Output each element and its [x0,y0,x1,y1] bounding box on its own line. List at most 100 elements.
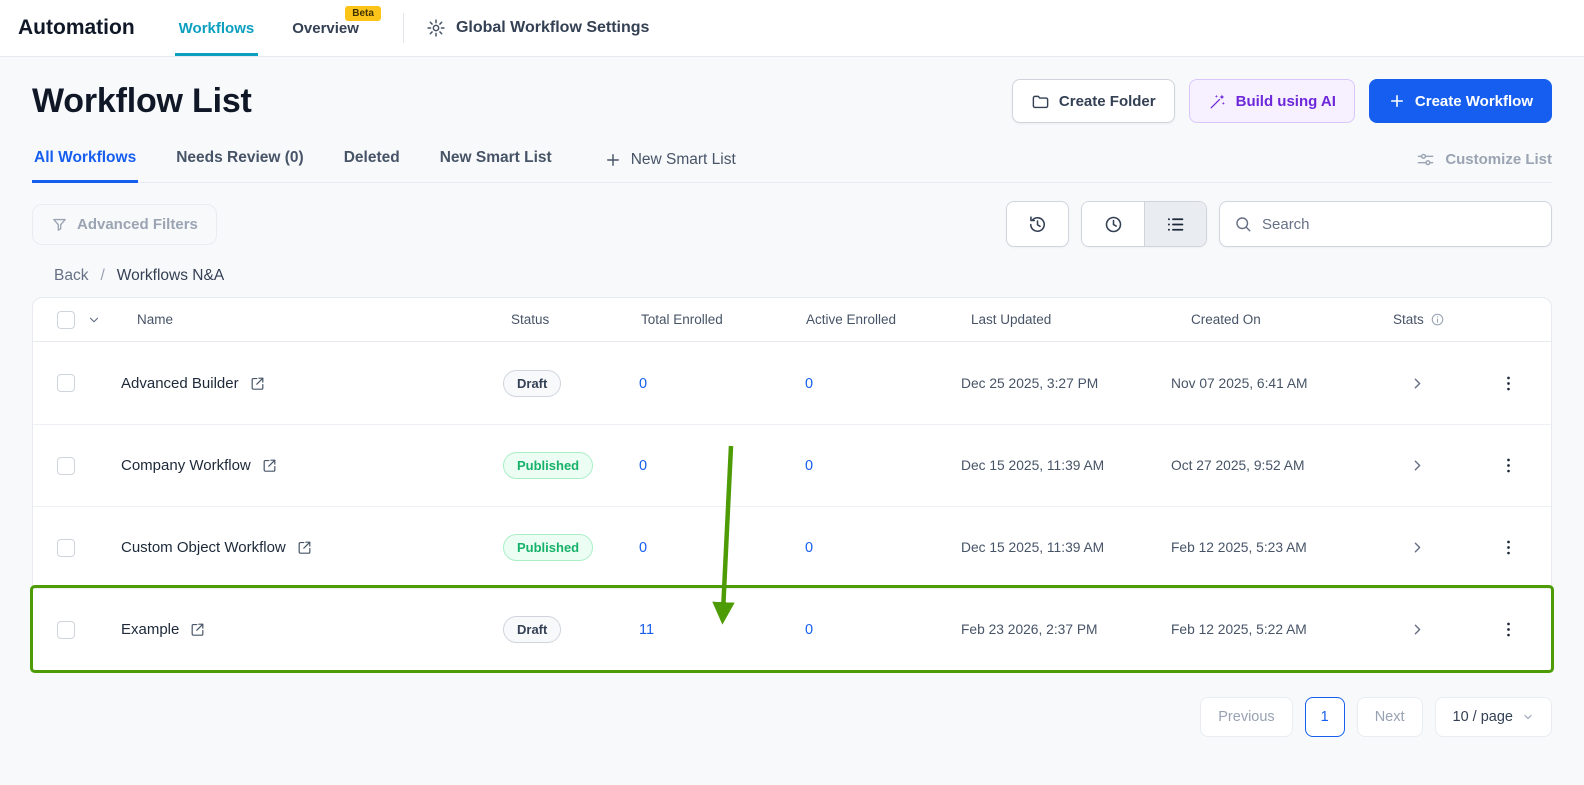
clock-icon [1103,214,1124,235]
create-folder-label: Create Folder [1058,92,1156,110]
column-header-name: Name [137,312,174,327]
recent-view-button[interactable] [1082,202,1144,246]
filter-funnel-icon [51,216,68,233]
tab-overview[interactable]: Overview Beta [288,0,381,56]
search-icon [1234,215,1252,233]
column-header-stats: Stats [1393,312,1424,327]
tab-all-workflows[interactable]: All Workflows [32,149,139,183]
beta-badge: Beta [345,6,381,21]
page-size-value: 10 / page [1452,709,1513,725]
row-checkbox[interactable] [57,374,75,392]
last-updated-value: Dec 15 2025, 11:39 AM [961,540,1105,555]
create-workflow-button[interactable]: Create Workflow [1368,79,1552,123]
workflow-name-link[interactable]: Example [121,621,179,638]
top-navigation-bar: Automation Workflows Overview Beta Globa… [0,0,1584,57]
total-enrolled-link[interactable]: 0 [639,540,647,556]
advanced-filters-label: Advanced Filters [77,215,198,233]
breadcrumb-back-link[interactable]: Back [54,267,88,285]
last-updated-value: Dec 15 2025, 11:39 AM [961,458,1105,473]
total-enrolled-link[interactable]: 0 [639,376,647,392]
chevron-down-icon [1522,711,1534,723]
build-using-ai-button[interactable]: Build using AI [1188,79,1355,123]
previous-page-button[interactable]: Previous [1200,697,1293,737]
search-input[interactable] [1262,215,1537,233]
stats-expand-chevron[interactable] [1403,616,1431,644]
external-link-icon[interactable] [189,621,206,638]
active-enrolled-link[interactable]: 0 [805,540,813,556]
column-header-created-on: Created On [1191,312,1261,327]
select-all-checkbox[interactable] [57,310,75,329]
row-checkbox[interactable] [57,620,75,639]
column-header-active-enrolled: Active Enrolled [806,312,897,327]
created-on-value: Nov 07 2025, 6:41 AM [1171,375,1308,391]
search-box [1219,201,1552,247]
chevron-down-icon[interactable] [87,313,101,327]
external-link-icon[interactable] [249,375,266,392]
table-body: Advanced Builder Draft 0 0 Dec 25 2025, … [33,342,1551,670]
folder-icon [1031,92,1050,111]
create-folder-button[interactable]: Create Folder [1011,79,1175,123]
execution-history-button[interactable] [1006,201,1069,247]
active-enrolled-link[interactable]: 0 [805,622,813,638]
row-menu-kebab[interactable] [1494,616,1522,644]
new-smart-list-button[interactable]: New Smart List [604,151,736,182]
advanced-filters-button[interactable]: Advanced Filters [32,203,217,245]
page-title: Workflow List [32,81,252,120]
global-workflow-settings-button[interactable]: Global Workflow Settings [426,18,650,38]
workflow-name-link[interactable]: Company Workflow [121,457,251,474]
create-workflow-label: Create Workflow [1414,92,1533,110]
status-badge: Draft [503,616,562,643]
active-enrolled-link[interactable]: 0 [805,376,813,392]
stats-expand-chevron[interactable] [1403,452,1431,480]
workflow-name-link[interactable]: Advanced Builder [121,375,239,392]
history-clock-icon [1027,214,1048,235]
row-menu-kebab[interactable] [1494,369,1522,397]
workflow-table: Name Status Total Enrolled Active Enroll… [32,297,1552,671]
external-link-icon[interactable] [261,457,278,474]
row-checkbox[interactable] [57,456,75,475]
external-link-icon[interactable] [296,539,313,556]
automation-page: Automation Workflows Overview Beta Globa… [0,0,1584,785]
table-row: Example Draft 11 0 Feb 23 2026, 2:37 PM … [33,588,1551,670]
row-checkbox[interactable] [57,538,75,557]
tab-deleted[interactable]: Deleted [342,149,402,183]
pagination: Previous 1 Next 10 / page [32,697,1552,737]
workflow-name-link[interactable]: Custom Object Workflow [121,539,286,556]
tab-overview-label: Overview [292,19,359,37]
table-row: Company Workflow Published 0 0 Dec 15 20… [33,424,1551,506]
table-row: Custom Object Workflow Published 0 0 Dec… [33,506,1551,588]
total-enrolled-link[interactable]: 11 [639,622,654,638]
tab-workflows[interactable]: Workflows [174,0,259,56]
list-icon [1165,214,1186,235]
plus-icon [1388,92,1406,110]
build-using-ai-label: Build using AI [1235,92,1336,110]
stats-expand-chevron[interactable] [1403,369,1431,397]
app-title: Automation [18,16,135,39]
breadcrumb-separator: / [100,267,105,284]
status-badge: Draft [503,369,562,397]
new-smart-list-label: New Smart List [630,151,736,168]
topbar-divider [402,13,404,43]
column-header-status: Status [511,312,550,327]
column-header-last-updated: Last Updated [971,312,1052,327]
last-updated-value: Dec 25 2025, 3:27 PM [961,375,1099,391]
customize-list-button[interactable]: Customize List [1416,150,1552,182]
global-workflow-settings-label: Global Workflow Settings [455,19,650,36]
sliders-icon [1416,150,1435,169]
table-row: Advanced Builder Draft 0 0 Dec 25 2025, … [33,342,1551,424]
list-view-button[interactable] [1144,202,1206,246]
table-header-row: Name Status Total Enrolled Active Enroll… [33,298,1551,342]
total-enrolled-link[interactable]: 0 [639,458,647,474]
next-page-button[interactable]: Next [1356,697,1423,737]
info-icon [1430,312,1445,327]
current-page-button[interactable]: 1 [1304,697,1345,737]
row-menu-kebab[interactable] [1494,452,1522,480]
active-enrolled-link[interactable]: 0 [805,458,813,474]
tab-needs-review[interactable]: Needs Review (0) [174,149,306,183]
column-header-total-enrolled: Total Enrolled [641,312,723,327]
page-size-select[interactable]: 10 / page [1434,697,1552,737]
tab-new-smart-list[interactable]: New Smart List [438,149,554,183]
stats-expand-chevron[interactable] [1403,534,1431,562]
row-menu-kebab[interactable] [1494,534,1522,562]
last-updated-value: Feb 23 2026, 2:37 PM [961,622,1098,637]
